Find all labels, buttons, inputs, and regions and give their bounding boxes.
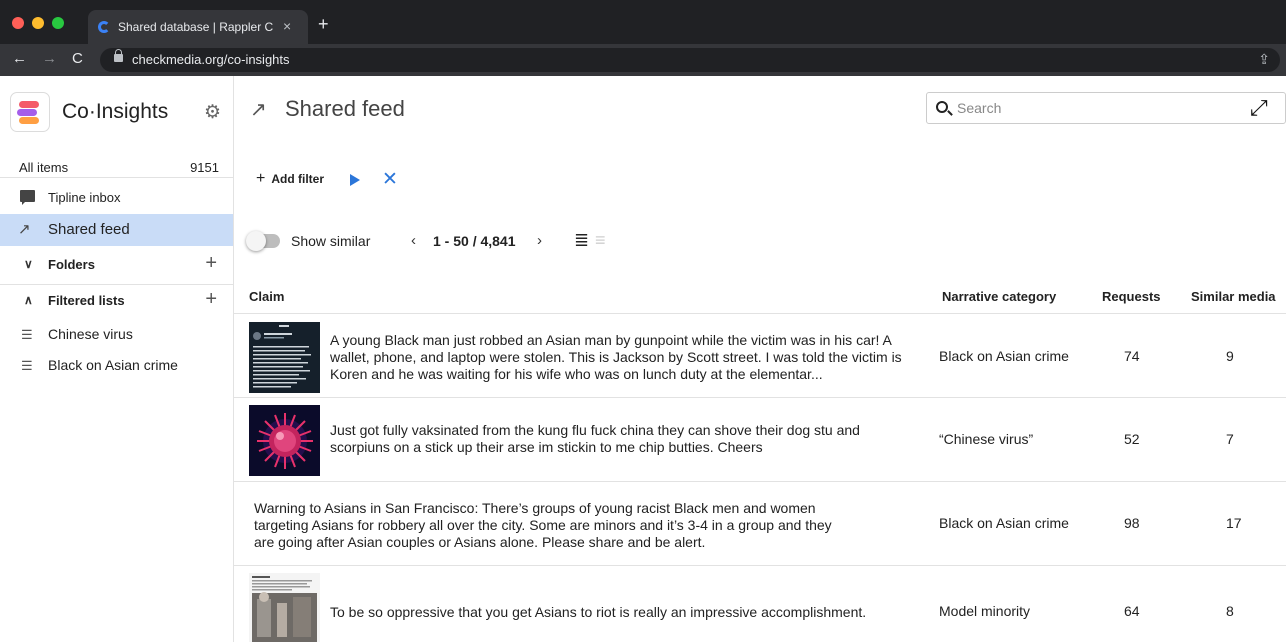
- chevron-right-icon[interactable]: ›: [537, 232, 542, 249]
- close-window-icon[interactable]: [12, 17, 24, 29]
- sidebar-item-tipline-inbox[interactable]: Tipline inbox: [0, 183, 233, 214]
- show-similar-toggle[interactable]: [246, 231, 280, 251]
- tweet-screenshot-thumbnail: [249, 322, 320, 393]
- claim-text: A young Black man just robbed an Asian m…: [330, 332, 902, 382]
- requests-cell: 64: [1124, 603, 1140, 619]
- sidebar-divider: [0, 284, 233, 285]
- sidebar-item-label: Black on Asian crime: [48, 357, 178, 373]
- claim-text: Just got fully vaksinated from the kung …: [330, 422, 860, 455]
- url-text[interactable]: checkmedia.org/co-insights: [132, 52, 290, 67]
- trending-icon: ↗: [18, 221, 31, 238]
- browser-toolbar: ← → C checkmedia.org/co-insights ⇪: [0, 44, 1286, 76]
- sidebar: Co·Insights ⚙ All items 9151 Tipline inb…: [0, 76, 234, 642]
- sidebar-section-folders[interactable]: ∨ Folders +: [0, 250, 233, 281]
- new-tab-button[interactable]: +: [318, 15, 329, 33]
- compact-view-icon[interactable]: ≡: [595, 231, 606, 249]
- list-icon: ☰: [21, 358, 33, 373]
- chevron-up-icon[interactable]: ∧: [24, 293, 33, 307]
- back-icon[interactable]: ←: [12, 51, 27, 67]
- favicon-icon: [98, 21, 110, 33]
- address-bar[interactable]: checkmedia.org/co-insights ⇪: [100, 48, 1280, 72]
- claim-text: Warning to Asians in San Francisco: Ther…: [254, 500, 832, 550]
- requests-cell: 52: [1124, 431, 1140, 447]
- chevron-down-icon[interactable]: ∨: [24, 257, 33, 271]
- column-header-category[interactable]: Narrative category: [942, 289, 1056, 304]
- table-row[interactable]: To be so oppressive that you get Asians …: [234, 566, 1286, 642]
- sidebar-item-black-on-asian-crime[interactable]: ☰ Black on Asian crime: [0, 351, 233, 381]
- column-header-similar-media[interactable]: Similar media: [1191, 289, 1276, 304]
- share-icon[interactable]: ⇪: [1258, 51, 1270, 68]
- sidebar-item-label: Chinese virus: [48, 326, 133, 342]
- category-cell: “Chinese virus”: [939, 431, 1034, 447]
- sidebar-item-all-items[interactable]: All items 9151: [0, 154, 233, 185]
- plus-icon: +: [256, 170, 266, 187]
- similar-media-cell: 17: [1226, 515, 1242, 531]
- trending-icon: ↗: [250, 99, 267, 121]
- search-input[interactable]: [957, 97, 1207, 119]
- sidebar-item-shared-feed[interactable]: ↗ Shared feed: [0, 214, 233, 246]
- list-view-icon[interactable]: ≣: [574, 231, 589, 249]
- minimize-window-icon[interactable]: [32, 17, 44, 29]
- maximize-window-icon[interactable]: [52, 17, 64, 29]
- column-header-claim[interactable]: Claim: [249, 289, 284, 304]
- list-icon: ☰: [21, 327, 33, 342]
- search-box[interactable]: [926, 92, 1286, 124]
- gear-icon[interactable]: ⚙: [204, 103, 221, 122]
- photo-thumbnail: [249, 573, 320, 642]
- lock-icon: [114, 49, 123, 62]
- sidebar-divider: [0, 177, 233, 178]
- sidebar-section-filtered-lists[interactable]: ∧ Filtered lists +: [0, 286, 233, 317]
- sidebar-item-label: Shared feed: [48, 221, 130, 238]
- app-logo: [10, 92, 50, 132]
- similar-media-cell: 9: [1226, 348, 1234, 364]
- sidebar-item-label: All items: [19, 160, 69, 175]
- browser-tabbar: Shared database | Rappler Che × +: [0, 0, 1286, 44]
- add-filter-button[interactable]: + Add filter: [256, 170, 324, 188]
- sidebar-item-chinese-virus[interactable]: ☰ Chinese virus: [0, 320, 233, 350]
- similar-media-cell: 8: [1226, 603, 1234, 619]
- browser-tab[interactable]: Shared database | Rappler Che ×: [88, 10, 308, 44]
- add-folder-icon[interactable]: +: [205, 253, 217, 273]
- close-icon[interactable]: ✕: [382, 168, 398, 191]
- section-label: Folders: [48, 257, 95, 272]
- reload-icon[interactable]: C: [72, 51, 83, 67]
- forward-icon[interactable]: →: [42, 51, 57, 67]
- sidebar-item-label: Tipline inbox: [48, 190, 121, 205]
- requests-cell: 74: [1124, 348, 1140, 364]
- column-header-requests[interactable]: Requests: [1102, 289, 1161, 304]
- tab-title: Shared database | Rappler Che: [118, 20, 273, 34]
- category-cell: Model minority: [939, 603, 1031, 619]
- expand-icon[interactable]: ⤢: [1250, 96, 1268, 120]
- all-items-count: 9151: [190, 160, 219, 175]
- table-row[interactable]: A young Black man just robbed an Asian m…: [234, 313, 1286, 398]
- requests-cell: 98: [1124, 515, 1140, 531]
- section-label: Filtered lists: [48, 293, 125, 308]
- claim-text: To be so oppressive that you get Asians …: [330, 604, 867, 620]
- category-cell: Black on Asian crime: [939, 348, 1069, 364]
- category-cell: Black on Asian crime: [939, 515, 1069, 531]
- search-icon: [936, 101, 948, 113]
- chat-icon: [20, 190, 35, 205]
- play-icon[interactable]: [350, 174, 360, 186]
- table-row[interactable]: Warning to Asians in San Francisco: Ther…: [234, 482, 1286, 566]
- similar-media-cell: 7: [1226, 431, 1234, 447]
- add-filter-label: Add filter: [271, 172, 325, 186]
- page-title: Shared feed: [285, 96, 405, 121]
- add-list-icon[interactable]: +: [205, 289, 217, 309]
- table-row[interactable]: Just got fully vaksinated from the kung …: [234, 398, 1286, 482]
- chevron-left-icon[interactable]: ‹: [411, 232, 416, 249]
- pagination-label: 1 - 50 / 4,841: [433, 233, 516, 249]
- show-similar-label: Show similar: [291, 233, 371, 249]
- virus-image-thumbnail: [249, 405, 320, 476]
- app-name: Co·Insights: [62, 100, 169, 123]
- tab-close-icon[interactable]: ×: [283, 18, 291, 34]
